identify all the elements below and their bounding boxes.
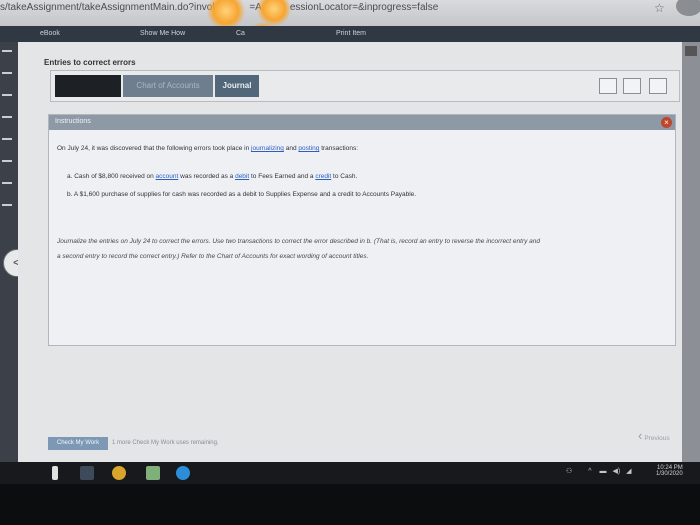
tab-bar: Chart of Accounts Journal: [50, 70, 680, 102]
page-title: Entries to correct errors: [44, 58, 136, 67]
window-icon[interactable]: [599, 78, 617, 94]
assignment-toolbar: eBook Show Me How Ca Print Item: [0, 26, 700, 42]
page-scrollbar[interactable]: [682, 42, 700, 462]
url-end: essionLocator=&inprogress=false: [289, 2, 439, 13]
previous-label: Previous: [644, 435, 670, 442]
keyboard-icon[interactable]: [623, 78, 641, 94]
debit-link[interactable]: debit: [235, 173, 249, 180]
journalize-instruction-2: a second entry to record the correct ent…: [57, 253, 369, 260]
error-a-end: to Cash.: [333, 173, 358, 180]
skype-icon[interactable]: [176, 466, 190, 480]
wifi-icon: ◢: [626, 468, 632, 475]
monitor-bezel: [0, 484, 700, 525]
check-my-work-button[interactable]: Check My Work: [48, 437, 108, 450]
intro-and: and: [285, 145, 297, 152]
tab-journal[interactable]: Journal: [215, 75, 259, 97]
error-a-mid: was recorded as a: [180, 173, 234, 180]
star-icon[interactable]: ☆: [654, 1, 665, 15]
scroll-up-icon[interactable]: [685, 46, 697, 56]
volume-icon: ◀): [612, 468, 621, 475]
instructions-panel: Instructions × On July 24, it was discov…: [48, 114, 676, 346]
tab-chart-of-accounts[interactable]: Chart of Accounts: [123, 75, 213, 97]
instructions-header: Instructions ×: [49, 115, 675, 130]
question-page: Entries to correct errors Chart of Accou…: [18, 42, 682, 462]
clock-date: 1/30/2020: [656, 471, 683, 477]
clock[interactable]: 10:24 PM 1/30/2020: [656, 465, 683, 477]
intro-text: On July 24, it was discovered that the f…: [57, 145, 250, 152]
calculator-icon[interactable]: [649, 78, 667, 94]
journalizing-link[interactable]: journalizing: [251, 145, 284, 152]
ebook-link[interactable]: eBook: [40, 30, 60, 37]
error-a: a. Cash of $8,800 received on account wa…: [67, 173, 357, 180]
chrome-icon[interactable]: [112, 466, 126, 480]
show-me-how-link[interactable]: Show Me How: [140, 30, 185, 37]
calculator-link[interactable]: Ca: [236, 30, 245, 37]
account-link[interactable]: account: [156, 173, 179, 180]
close-icon[interactable]: ×: [661, 117, 672, 128]
instructions-intro: On July 24, it was discovered that the f…: [57, 145, 358, 152]
profile-avatar[interactable]: [676, 0, 700, 16]
chevron-left-icon: ‹: [638, 428, 643, 443]
mic-icon[interactable]: [52, 466, 58, 480]
tab-hidden[interactable]: [55, 75, 121, 97]
error-a-text: a. Cash of $8,800 received on: [67, 173, 154, 180]
intro-end: transactions:: [321, 145, 359, 152]
people-icon: ⚇: [566, 468, 573, 475]
print-item-link[interactable]: Print Item: [336, 30, 366, 37]
task-view-icon[interactable]: [80, 466, 94, 480]
instructions-title: Instructions: [55, 118, 91, 125]
taskbar: ⚇ ^ ▬ ◀) ◢ 10:24 PM 1/30/2020: [0, 462, 700, 484]
system-tray[interactable]: ⚇ ^ ▬ ◀) ◢: [566, 467, 632, 475]
chevron-up-icon: ^: [588, 468, 592, 475]
address-bar[interactable]: s/takeAssignment/takeAssignmentMain.do?i…: [0, 0, 700, 26]
error-b: b. A $1,600 purchase of supplies for cas…: [67, 191, 417, 198]
previous-button[interactable]: ‹ Previous: [638, 428, 670, 443]
mail-icon[interactable]: [146, 466, 160, 480]
remaining-attempts: 1 more Check My Work uses remaining.: [112, 440, 219, 446]
battery-icon: ▬: [599, 468, 607, 475]
url-start: s/takeAssignment/takeAssignmentMain.do?i…: [0, 2, 218, 13]
posting-link[interactable]: posting: [298, 145, 319, 152]
journalize-instruction-1: Journalize the entries on July 24 to cor…: [57, 238, 541, 245]
error-a-mid2: to Fees Earned and a: [251, 173, 314, 180]
credit-link[interactable]: credit: [315, 173, 331, 180]
